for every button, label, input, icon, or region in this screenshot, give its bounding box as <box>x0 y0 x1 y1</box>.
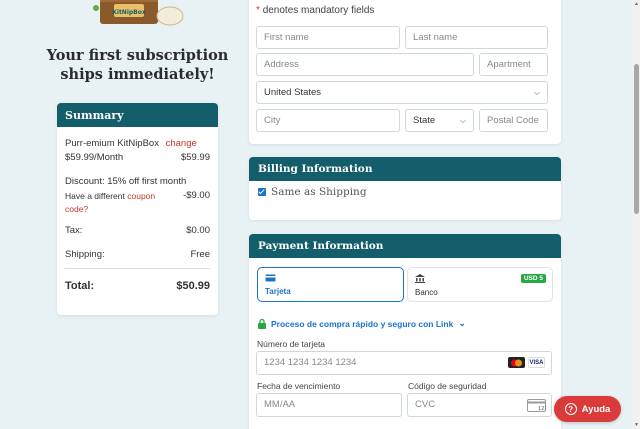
tab-bank-label: Banco <box>415 288 438 297</box>
summary-title: Summary <box>57 103 218 127</box>
mandatory-note: * denotes mandatory fields <box>256 5 374 16</box>
same-as-shipping-label: Same as Shipping <box>271 186 367 198</box>
order-summary-card: Summary Purr-emium KitNipBox change $59.… <box>57 103 218 315</box>
chevron-down-icon: ⌄ <box>458 318 466 328</box>
shipping-label: Shipping: <box>65 249 105 260</box>
tab-bank[interactable]: Banco USD 5 <box>407 267 553 302</box>
svg-text:123: 123 <box>538 406 546 412</box>
city-input[interactable]: City <box>256 109 400 132</box>
coupon-row: Have a different coupon code? -$9.00 <box>65 190 210 216</box>
credit-card-icon <box>265 274 276 282</box>
expiry-input[interactable]: MM/AA <box>256 393 402 417</box>
scrollbar-thumb[interactable] <box>634 64 639 214</box>
help-label: Ayuda <box>581 403 611 415</box>
scroll-down-icon[interactable]: ▼ <box>634 422 639 428</box>
cvc-input[interactable]: CVC 123 <box>407 393 552 417</box>
scroll-up-icon[interactable]: ▲ <box>634 1 639 7</box>
card-number-input[interactable]: 1234 1234 1234 1234 VISA <box>256 351 552 375</box>
tab-card[interactable]: Tarjeta <box>257 267 404 302</box>
bank-badge: USD 5 <box>520 274 546 283</box>
chevron-down-icon: ⌵ <box>533 88 540 97</box>
discount-amount: -$9.00 <box>183 190 210 201</box>
apartment-input[interactable]: Apartment <box>479 53 548 76</box>
country-select[interactable]: United States ⌵ <box>256 81 548 104</box>
cvc-label: Código de seguridad <box>408 381 487 391</box>
billing-title: Billing Information <box>249 157 561 181</box>
same-as-shipping-checkbox[interactable]: Same as Shipping <box>258 186 367 198</box>
card-number-label: Número de tarjeta <box>257 339 326 349</box>
checkbox-checked-icon[interactable] <box>258 188 266 196</box>
cvc-card-icon: 123 <box>527 399 548 421</box>
shipping-value: Free <box>190 249 210 260</box>
hero-tagline: Your first subscription ships immediatel… <box>46 47 229 83</box>
postal-code-input[interactable]: Postal Code <box>479 109 548 132</box>
visa-icon: VISA <box>528 357 545 368</box>
mandatory-note-text: denotes mandatory fields <box>262 5 375 16</box>
card-number-placeholder: 1234 1234 1234 1234 <box>264 357 357 368</box>
state-select[interactable]: State ⌵ <box>405 109 474 132</box>
chevron-down-icon: ⌵ <box>459 116 466 125</box>
mastercard-icon <box>508 357 525 368</box>
mandatory-star: * <box>256 5 260 16</box>
coupon-link[interactable]: coupon <box>127 191 155 201</box>
cvc-placeholder: CVC <box>415 399 436 410</box>
first-name-input[interactable]: First name <box>256 26 400 49</box>
kitnipbox-product-image: KitNipBox <box>92 0 192 32</box>
product-name: Purr-emium KitNipBox <box>65 138 159 149</box>
plan-price: $59.99/Month <box>65 152 124 163</box>
change-link[interactable]: change <box>166 138 197 149</box>
coupon-prefix: Have a different <box>65 191 125 201</box>
payment-title: Payment Information <box>249 234 561 258</box>
bank-icon <box>415 274 425 283</box>
question-icon: ? <box>564 403 577 415</box>
state-value: State <box>413 115 436 126</box>
total-value: $50.99 <box>176 280 210 292</box>
country-value: United States <box>264 87 322 98</box>
product-row: Purr-emium KitNipBox change <box>65 138 210 149</box>
coupon-prompt: Have a different coupon code? <box>65 190 165 216</box>
coupon-code-link[interactable]: code? <box>65 204 88 214</box>
plan-price-row: $59.99/Month $59.99 <box>65 152 210 163</box>
svg-text:KitNipBox: KitNipBox <box>112 9 146 16</box>
total-row: Total: $50.99 <box>65 280 210 292</box>
help-button[interactable]: ? Ayuda <box>554 396 621 422</box>
last-name-input[interactable]: Last name <box>405 26 548 49</box>
discount-label: Discount: 15% off first month <box>65 176 187 187</box>
page-scrollbar[interactable]: ▲ ▼ <box>632 0 640 429</box>
link-checkout-banner[interactable]: Proceso de compra rápido y seguro con Li… <box>258 318 466 329</box>
tax-label: Tax: <box>65 225 83 236</box>
tax-value: $0.00 <box>186 225 210 236</box>
shipping-row: Shipping: Free <box>65 249 210 260</box>
address-input[interactable]: Address <box>256 53 474 76</box>
expiry-label: Fecha de vencimiento <box>257 381 341 391</box>
tax-row: Tax: $0.00 <box>65 225 210 236</box>
card-brands: VISA <box>508 357 545 368</box>
link-checkout-text: Proceso de compra rápido y seguro con Li… <box>271 318 454 329</box>
plan-amount: $59.99 <box>180 152 210 163</box>
summary-divider <box>65 268 210 269</box>
lock-icon <box>258 318 266 329</box>
total-label: Total: <box>65 280 95 292</box>
tab-card-label: Tarjeta <box>265 287 291 296</box>
